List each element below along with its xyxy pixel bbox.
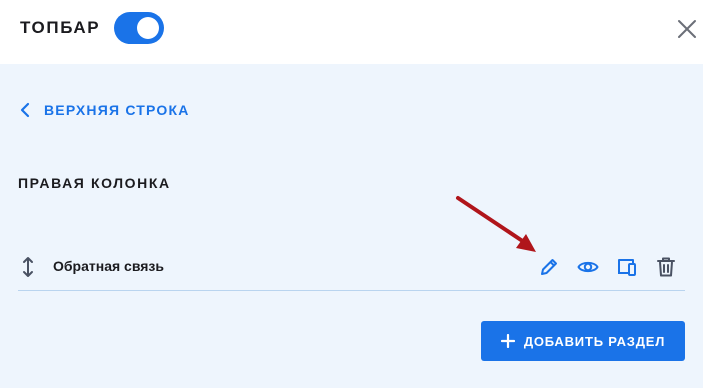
- toggle-knob: [137, 17, 159, 39]
- back-link-label: ВЕРХНЯЯ СТРОКА: [44, 102, 190, 118]
- list-item-label: Обратная связь: [53, 258, 164, 274]
- back-link[interactable]: ВЕРХНЯЯ СТРОКА: [20, 100, 190, 120]
- devices-button[interactable]: [616, 256, 638, 278]
- close-icon: [678, 20, 696, 38]
- trash-icon: [657, 257, 675, 277]
- list-item: Обратная связь: [18, 244, 685, 291]
- eye-icon: [577, 261, 599, 273]
- settings-panel: ВЕРХНЯЯ СТРОКА ПРАВАЯ КОЛОНКА Обратная с…: [0, 64, 703, 388]
- devices-icon: [618, 259, 636, 276]
- delete-button[interactable]: [655, 256, 677, 278]
- drag-handle[interactable]: [20, 256, 36, 278]
- drag-handle-icon: [23, 257, 33, 277]
- edit-button[interactable]: [538, 256, 560, 278]
- visibility-button[interactable]: [577, 256, 599, 278]
- plus-icon: [500, 334, 515, 348]
- header-title: ТОПБАР: [20, 18, 101, 37]
- header-bar: ТОПБАР: [0, 0, 703, 64]
- chevron-left-icon: [20, 102, 30, 118]
- topbar-toggle[interactable]: [114, 12, 164, 44]
- section-title: ПРАВАЯ КОЛОНКА: [18, 175, 171, 191]
- add-section-button[interactable]: ДОБАВИТЬ РАЗДЕЛ: [481, 321, 685, 361]
- add-section-label: ДОБАВИТЬ РАЗДЕЛ: [523, 333, 666, 349]
- pencil-icon: [541, 259, 557, 275]
- close-button[interactable]: [674, 16, 700, 42]
